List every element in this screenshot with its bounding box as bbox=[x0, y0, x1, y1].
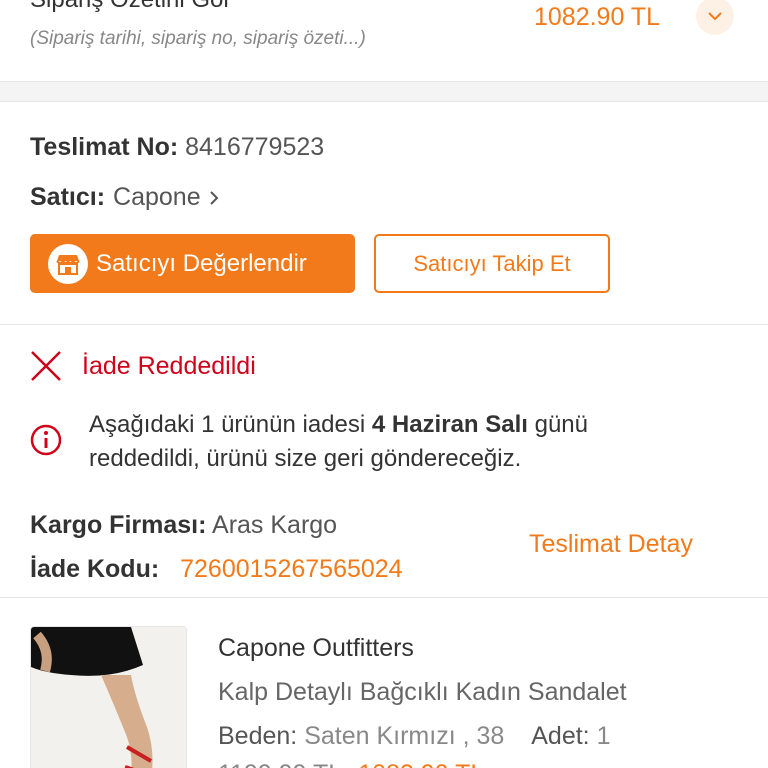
seller-link[interactable]: Capone bbox=[113, 183, 201, 212]
shipment-detail-link[interactable]: Teslimat Detay bbox=[529, 530, 693, 559]
return-code-value[interactable]: 7260015267565024 bbox=[180, 555, 402, 583]
chevron-right-icon bbox=[209, 190, 219, 206]
current-price: 1082.90 TL bbox=[358, 760, 484, 768]
shipment-number-label: Teslimat No: bbox=[30, 133, 179, 161]
shipment-number-row: Teslimat No: 8416779523 bbox=[30, 133, 324, 162]
info-circle-icon bbox=[30, 424, 62, 456]
shipment-number-value: 8416779523 bbox=[185, 133, 325, 161]
rate-seller-button[interactable]: Satıcıyı Değerlendir bbox=[30, 234, 355, 293]
seller-label: Satıcı: bbox=[30, 183, 106, 211]
return-status-section: İade Reddedildi Aşağıdaki 1 ürünün iades… bbox=[0, 326, 768, 596]
follow-seller-button[interactable]: Satıcıyı Takip Et bbox=[374, 234, 610, 293]
old-price: 1199.99 TL bbox=[218, 760, 341, 768]
close-x-icon bbox=[31, 351, 61, 381]
quantity-label: Adet: bbox=[531, 722, 590, 750]
order-summary-header[interactable]: Sipariş Özetini Gör (Sipariş tarihi, sip… bbox=[0, 0, 768, 82]
carrier-value: Aras Kargo bbox=[212, 511, 338, 539]
seller-row[interactable]: Satıcı: Capone bbox=[30, 183, 219, 212]
product-image[interactable] bbox=[30, 626, 187, 768]
rate-seller-label: Satıcıyı Değerlendir bbox=[96, 249, 307, 277]
order-summary-title: Sipariş Özetini Gör bbox=[30, 0, 231, 14]
return-notice: Aşağıdaki 1 ürünün iadesi 4 Haziran Salı… bbox=[30, 408, 689, 476]
expand-summary-button[interactable] bbox=[696, 0, 734, 35]
section-divider bbox=[0, 82, 768, 102]
carrier-label: Kargo Firması: bbox=[30, 511, 207, 539]
product-brand: Capone Outfitters bbox=[218, 634, 414, 662]
carrier-row: Kargo Firması: Aras Kargo bbox=[30, 511, 337, 540]
return-notice-text: Aşağıdaki 1 ürünün iadesi 4 Haziran Salı… bbox=[89, 411, 588, 472]
quantity-value: 1 bbox=[596, 722, 611, 750]
return-code-label: İade Kodu: bbox=[30, 555, 160, 583]
return-status-text: İade Reddedildi bbox=[82, 351, 256, 380]
shipment-info-section: Teslimat No: 8416779523 Satıcı: Capone S… bbox=[0, 103, 768, 325]
size-value: Saten Kırmızı , 38 bbox=[304, 722, 505, 750]
order-total: 1082.90 TL bbox=[534, 3, 661, 31]
product-variant-row: Beden: Saten Kırmızı , 38 Adet: 1 bbox=[218, 722, 610, 751]
chevron-down-icon bbox=[708, 12, 722, 21]
return-code-row: İade Kodu: 7260015267565024 bbox=[30, 555, 403, 584]
return-date: 4 Haziran Salı bbox=[371, 411, 528, 438]
store-icon bbox=[48, 243, 88, 284]
return-status-header: İade Reddedildi bbox=[30, 350, 256, 382]
size-label: Beden: bbox=[218, 722, 298, 750]
product-card[interactable]: Capone Outfitters Kalp Detaylı Bağcıklı … bbox=[0, 597, 768, 768]
product-name: Kalp Detaylı Bağcıklı Kadın Sandalet bbox=[218, 678, 627, 706]
order-summary-subtitle: (Sipariş tarihi, sipariş no, sipariş öze… bbox=[30, 28, 366, 49]
product-price-row: 1199.99 TL 1082.90 TL bbox=[218, 760, 484, 768]
